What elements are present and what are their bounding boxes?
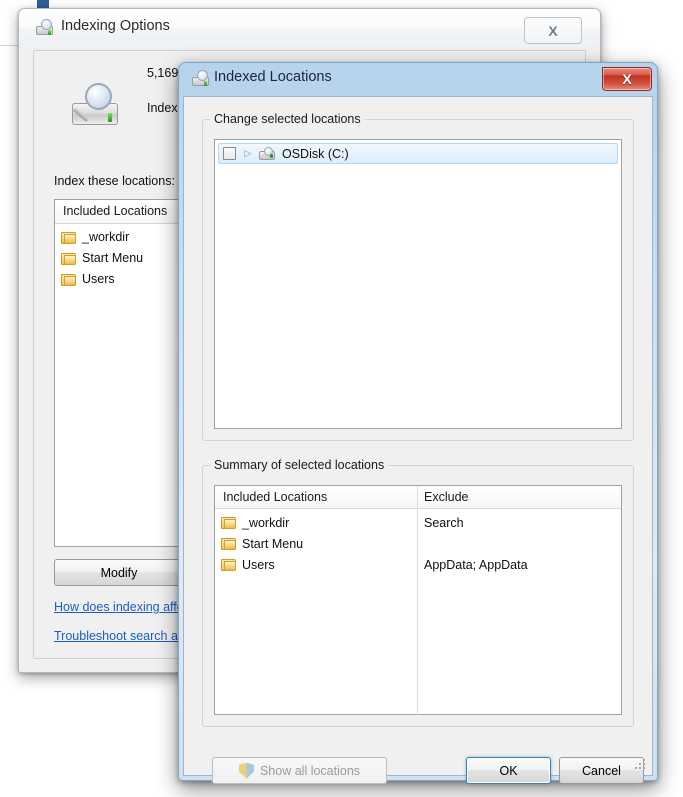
locations-treeview[interactable]: ▷ OSDisk (C:): [214, 139, 622, 429]
folder-icon: [221, 537, 236, 550]
summary-table[interactable]: Included Locations Exclude _workdir Sear…: [214, 485, 622, 715]
indexed-locations-title: Indexed Locations: [214, 69, 332, 85]
troubleshoot-search-link[interactable]: Troubleshoot search and: [54, 629, 192, 643]
indexed-locations-titlebar[interactable]: Indexed Locations X: [178, 62, 658, 96]
indexing-options-icon: [191, 70, 211, 88]
summary-exclude-label: Search: [424, 515, 464, 530]
list-item[interactable]: _workdir: [61, 230, 129, 244]
table-row[interactable]: _workdir Search: [215, 512, 621, 533]
folder-icon: [61, 252, 76, 265]
column-header-included-locations: Included Locations: [223, 490, 328, 504]
close-icon: X: [548, 22, 558, 39]
indexing-options-titlebar[interactable]: Indexing Options X: [19, 9, 600, 48]
list-item[interactable]: Start Menu: [61, 251, 143, 265]
table-row[interactable]: Start Menu: [215, 533, 621, 554]
list-item-label: Users: [82, 272, 115, 286]
show-all-locations-button[interactable]: Show all locations: [212, 757, 387, 784]
summary-table-header: Included Locations Exclude: [215, 486, 621, 509]
summary-location-label: Users: [242, 557, 275, 572]
change-selected-locations-label: Change selected locations: [210, 112, 365, 126]
index-these-locations-label: Index these locations:: [54, 174, 175, 188]
close-button[interactable]: X: [524, 17, 582, 44]
summary-exclude-label: AppData; AppData: [424, 557, 528, 572]
indexed-locations-client: Change selected locations ▷ OSDisk (C:) …: [183, 96, 653, 784]
tree-item-label: OSDisk (C:): [282, 146, 349, 161]
drive-icon: [259, 146, 277, 161]
modify-button[interactable]: Modify: [54, 559, 184, 586]
close-icon: X: [622, 71, 632, 87]
tree-item-checkbox[interactable]: [223, 147, 236, 160]
indexing-options-icon: [35, 19, 55, 37]
list-item[interactable]: Users: [61, 272, 115, 286]
tree-item-osdisk[interactable]: ▷ OSDisk (C:): [218, 143, 618, 164]
summary-location-cell: _workdir: [221, 516, 289, 530]
list-item-label: _workdir: [82, 230, 130, 244]
table-row[interactable]: Users AppData; AppData: [215, 554, 621, 575]
folder-icon: [61, 273, 76, 286]
summary-location-cell: Start Menu: [221, 537, 303, 551]
column-header-included-locations: Included Locations: [63, 204, 168, 218]
summary-location-label: _workdir: [242, 515, 290, 530]
folder-icon: [221, 558, 236, 571]
close-button[interactable]: X: [602, 67, 652, 91]
how-does-indexing-affect-link[interactable]: How does indexing affect: [54, 600, 193, 614]
chevron-right-icon[interactable]: ▷: [241, 148, 255, 159]
list-item-label: Start Menu: [82, 251, 144, 265]
top-blue-fragment: [37, 0, 49, 8]
folder-icon: [221, 516, 236, 529]
shield-icon: [238, 762, 254, 779]
summary-location-cell: Users: [221, 558, 275, 572]
summary-of-selected-locations-label: Summary of selected locations: [210, 458, 389, 472]
ok-button[interactable]: OK: [466, 757, 551, 784]
indexed-locations-window[interactable]: Indexed Locations X Change selected loca…: [178, 62, 658, 784]
show-all-locations-label: Show all locations: [259, 763, 361, 778]
summary-location-label: Start Menu: [242, 536, 304, 551]
resize-grip[interactable]: [633, 757, 645, 769]
column-header-exclude: Exclude: [424, 490, 469, 504]
cancel-button[interactable]: Cancel: [559, 757, 644, 784]
indexing-status-icon: [68, 81, 122, 133]
indexing-options-title: Indexing Options: [61, 18, 170, 34]
folder-icon: [61, 231, 76, 244]
